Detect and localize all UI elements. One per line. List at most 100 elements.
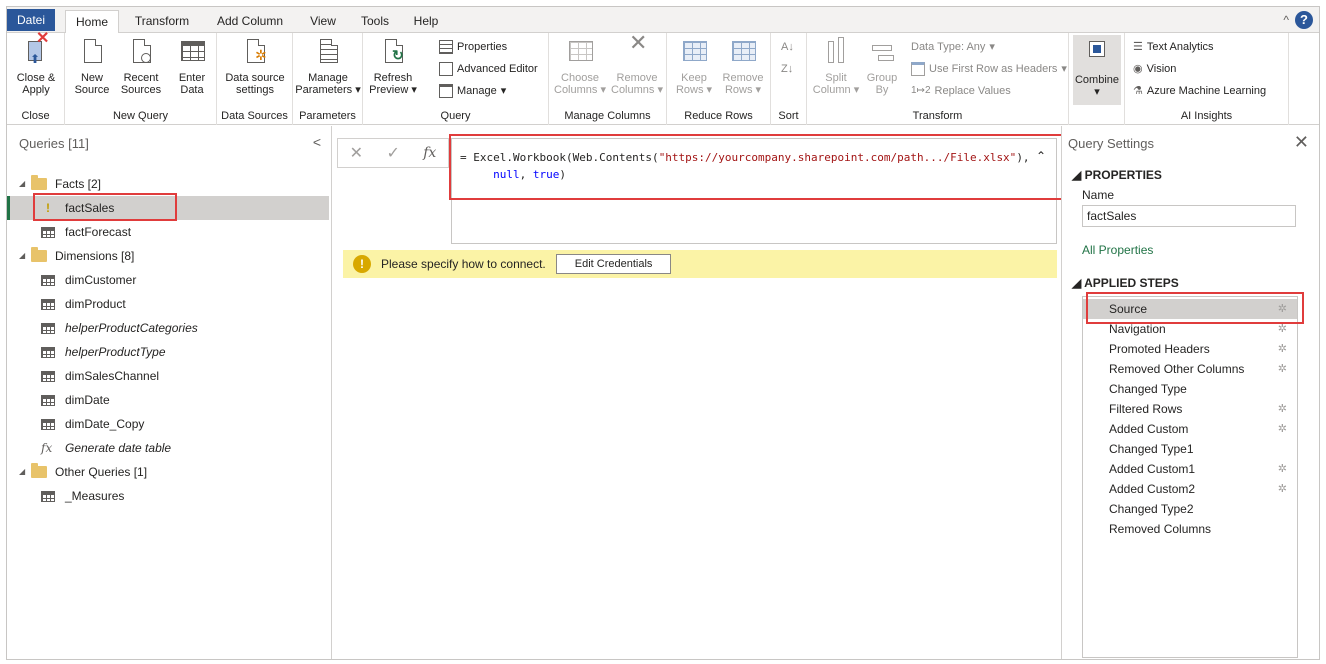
query-item-dimsaleschannel[interactable]: dimSalesChannel — [7, 364, 329, 388]
step-filtered-rows[interactable]: Filtered Rows ✲ — [1083, 399, 1297, 419]
data-type-dropdown[interactable]: Data Type: Any ▾ — [911, 37, 995, 57]
formula-controls: ✕ ✓ fx — [337, 138, 449, 168]
remove-columns-button[interactable]: ✕ Remove Columns ▾ — [609, 30, 665, 97]
tab-help[interactable]: Help — [405, 10, 447, 33]
queries-pane-title: Queries [11] — [19, 136, 89, 151]
table-icon — [41, 370, 55, 382]
group-query-label: Query — [440, 110, 471, 122]
folder-dimensions[interactable]: ◢ Dimensions [8] — [7, 244, 329, 268]
group-by-button[interactable]: Group By — [863, 35, 901, 96]
tab-transform[interactable]: Transform — [127, 10, 197, 33]
query-item-factforecast[interactable]: factForecast — [7, 220, 329, 244]
keep-rows-icon — [680, 35, 708, 69]
tab-tools[interactable]: Tools — [353, 10, 397, 33]
sort-ascending-button[interactable]: A↓ — [781, 37, 794, 57]
close-icon[interactable]: ✕ — [1294, 132, 1309, 153]
power-query-editor-window: Datei Home Transform Add Column View Too… — [6, 6, 1320, 660]
applied-steps-list: Source ✲ Navigation ✲ Promoted Headers ✲ Re… — [1082, 296, 1298, 658]
new-source-button[interactable]: New Source — [71, 35, 113, 96]
azure-ml-button[interactable]: ⚗ Azure Machine Learning — [1133, 81, 1266, 101]
table-icon — [41, 298, 55, 310]
function-icon: fx — [41, 441, 53, 455]
gear-icon[interactable]: ✲ — [1278, 359, 1287, 379]
recent-sources-button[interactable]: Recent Sources — [117, 35, 165, 96]
query-item-generate-date-table[interactable]: fx Generate date table — [7, 436, 329, 460]
table-icon — [41, 394, 55, 406]
step-changed-type[interactable]: Changed Type — [1083, 379, 1297, 399]
replace-values-button[interactable]: 1↦2 Replace Values — [911, 81, 1011, 101]
step-added-custom[interactable]: Added Custom ✲ — [1083, 419, 1297, 439]
properties-button[interactable]: Properties — [439, 37, 507, 57]
remove-rows-button[interactable]: Remove Rows ▾ — [719, 35, 767, 96]
step-promoted-headers[interactable]: Promoted Headers ✲ — [1083, 339, 1297, 359]
refresh-preview-button[interactable]: ↻ Refresh Preview ▾ — [367, 35, 419, 96]
query-item-measures[interactable]: _Measures — [7, 484, 329, 508]
expand-triangle-icon: ◢ — [19, 179, 26, 188]
query-name-input[interactable]: factSales — [1082, 205, 1296, 227]
ribbon: ✕ ⬆ Close & Apply Close New Source Recen… — [7, 30, 1319, 125]
query-item-dimdate[interactable]: dimDate — [7, 388, 329, 412]
group-query: ↻ Refresh Preview ▾ Properties Advanced … — [363, 33, 549, 125]
query-item-dimdate-copy[interactable]: dimDate_Copy — [7, 412, 329, 436]
fx-icon[interactable]: fx — [423, 145, 436, 161]
step-removed-other-columns[interactable]: Removed Other Columns ✲ — [1083, 359, 1297, 379]
all-properties-link[interactable]: All Properties — [1082, 243, 1153, 257]
manage-icon — [439, 84, 453, 98]
gear-icon[interactable]: ✲ — [1278, 479, 1287, 499]
gear-icon[interactable]: ✲ — [1278, 419, 1287, 439]
enter-data-button[interactable]: Enter Data — [171, 35, 213, 96]
step-removed-columns[interactable]: Removed Columns — [1083, 519, 1297, 539]
collapse-ribbon-icon[interactable]: ^ — [1283, 13, 1289, 27]
combine-button[interactable]: Combine ▾ — [1073, 35, 1121, 105]
help-icon[interactable]: ? — [1295, 11, 1313, 29]
table-icon — [41, 322, 55, 334]
table-icon — [41, 418, 55, 430]
split-column-button[interactable]: Split Column ▾ — [811, 35, 861, 96]
close-apply-button[interactable]: ✕ ⬆ Close & Apply — [11, 31, 61, 97]
ribbon-tab-bar: Datei Home Transform Add Column View Too… — [7, 7, 1319, 34]
warning-message: Please specify how to connect. — [381, 257, 546, 271]
cancel-formula-icon[interactable]: ✕ — [350, 143, 363, 163]
tab-home[interactable]: Home — [65, 10, 119, 34]
data-source-settings-button[interactable]: ✲ Data source settings — [221, 35, 289, 96]
formula-bar: ✕ ✓ fx = Excel.Workbook(Web.Contents("ht… — [337, 134, 1063, 244]
commit-formula-icon[interactable]: ✓ — [386, 143, 399, 163]
vision-button[interactable]: ◉ Vision — [1133, 59, 1176, 79]
new-source-icon — [78, 35, 106, 69]
text-analytics-button[interactable]: ☰ Text Analytics — [1133, 37, 1214, 57]
expand-triangle-icon: ◢ — [19, 467, 26, 476]
folder-icon — [31, 175, 47, 190]
query-item-helperproducttype[interactable]: helperProductType — [7, 340, 329, 364]
manage-parameters-button[interactable]: Manage Parameters ▾ — [295, 35, 361, 96]
tab-add-column[interactable]: Add Column — [207, 10, 293, 33]
collapse-queries-icon[interactable]: < — [313, 134, 321, 150]
folder-other-queries[interactable]: ◢ Other Queries [1] — [7, 460, 329, 484]
edit-credentials-button[interactable]: Edit Credentials — [555, 254, 672, 274]
step-added-custom2[interactable]: Added Custom2 ✲ — [1083, 479, 1297, 499]
tab-view[interactable]: View — [301, 10, 345, 33]
remove-columns-icon: ✕ — [629, 30, 648, 55]
manage-query-button[interactable]: Manage ▾ — [439, 81, 506, 101]
step-added-custom1[interactable]: Added Custom1 ✲ — [1083, 459, 1297, 479]
first-row-headers-icon — [911, 62, 925, 76]
query-item-dimproduct[interactable]: dimProduct — [7, 292, 329, 316]
query-item-helperproductcategories[interactable]: helperProductCategories — [7, 316, 329, 340]
keep-rows-button[interactable]: Keep Rows ▾ — [671, 35, 717, 96]
query-item-dimcustomer[interactable]: dimCustomer — [7, 268, 329, 292]
use-first-row-headers-button[interactable]: Use First Row as Headers ▾ — [911, 59, 1067, 79]
step-changed-type2[interactable]: Changed Type2 — [1083, 499, 1297, 519]
advanced-editor-button[interactable]: Advanced Editor — [439, 59, 538, 79]
properties-header: ◢ PROPERTIES — [1072, 168, 1162, 182]
tab-file[interactable]: Datei — [7, 9, 55, 31]
gear-icon[interactable]: ✲ — [1278, 399, 1287, 419]
group-transform-label: Transform — [912, 110, 963, 122]
step-changed-type1[interactable]: Changed Type1 — [1083, 439, 1297, 459]
group-manage-columns: Choose Columns ▾ ✕ Remove Columns ▾ Mana… — [549, 30, 667, 125]
query-settings-pane: Query Settings ✕ ◢ PROPERTIES Name factS… — [1061, 126, 1319, 659]
choose-columns-button[interactable]: Choose Columns ▾ — [553, 35, 607, 96]
group-close: ✕ ⬆ Close & Apply Close — [7, 31, 65, 125]
group-ai-insights-label: AI Insights — [1180, 110, 1233, 122]
sort-descending-button[interactable]: Z↓ — [781, 59, 793, 79]
gear-icon[interactable]: ✲ — [1278, 459, 1287, 479]
gear-icon[interactable]: ✲ — [1278, 339, 1287, 359]
